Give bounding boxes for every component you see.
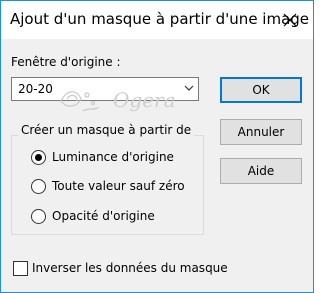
radio-button[interactable] — [31, 178, 46, 194]
radio-any-non-zero[interactable]: Toute valeur sauf zéro — [31, 177, 185, 195]
help-button[interactable]: Aide — [220, 158, 302, 184]
mask-from-image-dialog: Ajout d'un masque à partir d'une image F… — [0, 0, 314, 293]
invert-mask-checkbox[interactable]: Inverser les données du masque — [13, 259, 228, 277]
radio-label: Opacité d'origine — [52, 209, 155, 223]
chevron-down-icon — [184, 85, 194, 91]
radio-opacity[interactable]: Opacité d'origine — [31, 207, 155, 225]
radio-button-checked[interactable] — [31, 149, 46, 165]
close-button[interactable] — [267, 1, 313, 39]
source-window-label: Fenêtre d'origine : — [11, 55, 121, 69]
ok-button[interactable]: OK — [220, 77, 302, 103]
dialog-title: Ajout d'un masque à partir d'une image — [10, 10, 310, 28]
title-bar: Ajout d'un masque à partir d'une image — [1, 1, 313, 39]
cancel-button[interactable]: Annuler — [220, 119, 302, 145]
radio-luminance[interactable]: Luminance d'origine — [31, 148, 174, 166]
source-window-value: 20-20 — [18, 82, 53, 96]
invert-mask-label: Inverser les données du masque — [32, 261, 228, 275]
radio-button[interactable] — [31, 208, 46, 224]
close-icon — [283, 13, 297, 27]
checkbox-box[interactable] — [13, 260, 28, 276]
source-window-select[interactable]: 20-20 — [11, 77, 199, 101]
radio-label: Toute valeur sauf zéro — [52, 179, 185, 193]
mask-source-group-title: Créer un masque à partir de — [18, 123, 195, 137]
radio-label: Luminance d'origine — [52, 150, 174, 164]
